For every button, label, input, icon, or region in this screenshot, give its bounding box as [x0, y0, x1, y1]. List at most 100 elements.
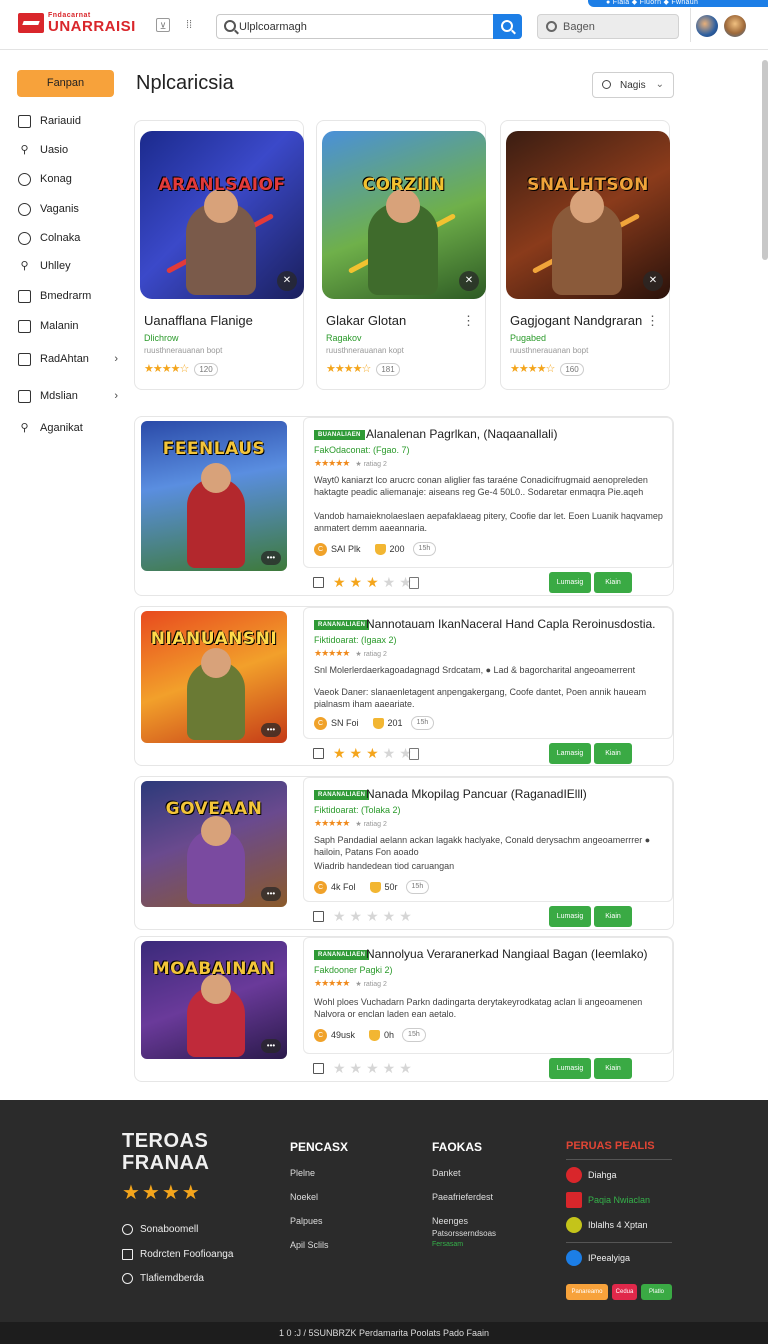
partner-item[interactable]: IPeealyiga	[566, 1250, 630, 1266]
grid-menu-icon[interactable]: ⁞⁞	[182, 18, 196, 32]
user-rating-stars[interactable]: ★★★★★	[333, 908, 416, 925]
game-title[interactable]: Nanada Mkopilag Pancuar (RaganadIElll)	[366, 787, 587, 801]
more-options-icon[interactable]: ⋮	[462, 313, 475, 329]
footer-link-highlight[interactable]: Fersasam	[432, 1241, 463, 1248]
game-thumbnail[interactable]: GOVEAAN •••	[141, 781, 287, 907]
more-icon[interactable]: •••	[261, 887, 281, 901]
coin-icon: C	[314, 542, 327, 556]
footer-link[interactable]: Neenges	[432, 1216, 468, 1226]
select-checkbox[interactable]	[313, 577, 324, 588]
footer-link-sonaboomell[interactable]: Sonaboomell	[122, 1224, 198, 1235]
game-thumbnail[interactable]: ARANLSAIOF ✕	[140, 131, 304, 299]
user-avatar[interactable]	[696, 15, 718, 37]
more-icon[interactable]: •••	[261, 551, 281, 565]
search-button[interactable]	[493, 14, 522, 39]
partner-item[interactable]: Iblalhs 4 Xptan	[566, 1217, 648, 1233]
sidebar-item-mdslian[interactable]: Mdslian ›	[18, 387, 118, 405]
play-button[interactable]: Kiain	[594, 743, 632, 764]
play-button[interactable]: Kiain	[594, 1058, 632, 1079]
bookmark-icon[interactable]	[409, 577, 419, 589]
sidebar-primary-button[interactable]: Fanpan	[17, 70, 114, 97]
game-list-card[interactable]: NIANUANSNI ••• RANANALIAEN Nannotauam Ik…	[134, 606, 674, 766]
game-thumbnail[interactable]: MOABAINAN •••	[141, 941, 287, 1059]
partner-item[interactable]: Diahga	[566, 1167, 617, 1183]
sidebar-item-bmedrarm[interactable]: Bmedrarm	[18, 287, 118, 305]
footer-link[interactable]: Paeafrieferdest	[432, 1192, 493, 1202]
expand-icon[interactable]: ✕	[459, 271, 479, 291]
chart-icon	[18, 389, 31, 403]
game-title[interactable]: Nannolyua Veraranerkad Nangiaal Bagan (I…	[366, 947, 648, 961]
partner-item[interactable]: Paqia Nwiaclan	[566, 1192, 650, 1208]
brand-rating-stars: ★★★★	[122, 1182, 202, 1204]
install-button[interactable]: Lumasig	[549, 572, 591, 593]
user-rating-stars[interactable]: ★★★★★	[333, 1060, 416, 1077]
sidebar-item-konag[interactable]: Konag	[18, 170, 118, 188]
game-thumbnail[interactable]: SNALHTSON ✕	[506, 131, 670, 299]
store-badge[interactable]: Platlo	[641, 1284, 672, 1300]
game-thumbnail[interactable]: FEENLAUS •••	[141, 421, 287, 571]
coin-icon	[18, 231, 31, 245]
featured-game-card[interactable]: CORZIIN ✕ Glakar Glotan ⋮ Ragakov ruusth…	[316, 120, 486, 390]
profile-avatar[interactable]	[724, 15, 746, 37]
game-list-card[interactable]: FEENLAUS ••• BUANALIAEN Alanalenan Pagrl…	[134, 416, 674, 596]
featured-game-card[interactable]: ARANLSAIOF ✕ Uanafflana Flanige Dlichrow…	[134, 120, 304, 390]
game-rating-stars: ★★★★★ ★ ratiag 2	[314, 648, 387, 658]
game-title[interactable]: Nannotauam IkanNaceral Hand Capla Reroin…	[366, 617, 656, 631]
sidebar-item-vaganis[interactable]: Vaganis	[18, 200, 118, 218]
footer-link[interactable]: Noekel	[290, 1192, 318, 1202]
search-input[interactable]	[239, 18, 489, 35]
filter-icon[interactable]: ⊻	[156, 18, 170, 32]
game-list-card[interactable]: GOVEAAN ••• RANANALIAEN Nanada Mkopilag …	[134, 776, 674, 930]
play-button[interactable]: Kiain	[594, 906, 632, 927]
game-list-card[interactable]: MOABAINAN ••• RANANALIAEN Nannolyua Vera…	[134, 936, 674, 1082]
play-button[interactable]: Kiain	[594, 572, 632, 593]
bookmark-icon[interactable]	[409, 748, 419, 760]
select-checkbox[interactable]	[313, 911, 324, 922]
game-thumbnail[interactable]: CORZIIN ✕	[322, 131, 486, 299]
game-title[interactable]: Alanalenan Pagrlkan, (Naqaanallali)	[366, 427, 557, 441]
user-rating-stars[interactable]: ★★★★★	[333, 745, 416, 762]
select-checkbox[interactable]	[313, 748, 324, 759]
scrollbar[interactable]	[762, 60, 768, 260]
sort-dropdown[interactable]: Nagis ⌄	[592, 72, 674, 98]
footer-col2-heading: FAOKAS	[432, 1140, 483, 1154]
sidebar-item-aganikat[interactable]: ⚲ Aganikat	[18, 419, 118, 437]
install-button[interactable]: Lumasig	[549, 1058, 591, 1079]
game-description: Snl Molerlerdaerkagoadagnagd Srdcatam, ●…	[314, 665, 636, 675]
game-rating-stars: ★★★★★ ★ ratiag 2	[314, 978, 387, 988]
game-subtitle: ruusthnerauanan bopt	[144, 346, 223, 355]
sidebar-item-colnaka[interactable]: Colnaka	[18, 229, 118, 247]
expand-icon[interactable]: ✕	[277, 271, 297, 291]
region-selector[interactable]: Bagen	[537, 14, 679, 39]
footer-link-tlafiemdberda[interactable]: Tlafiemdberda	[122, 1273, 204, 1284]
sidebar-item-uhlley[interactable]: ⚲ Uhlley	[18, 257, 118, 275]
store-badge[interactable]: Panareamo	[566, 1284, 608, 1300]
select-checkbox[interactable]	[313, 1063, 324, 1074]
more-options-icon[interactable]: ⋮	[646, 313, 659, 329]
more-icon[interactable]: •••	[261, 723, 281, 737]
footer-link[interactable]: Danket	[432, 1168, 461, 1178]
search-icon	[546, 21, 557, 32]
footer-link[interactable]: Palpues	[290, 1216, 323, 1226]
sidebar-item-radahtan[interactable]: RadAhtan ›	[18, 350, 118, 368]
footer-link-rodrcten[interactable]: Rodrcten Foofioanga	[122, 1249, 233, 1260]
clock-icon	[18, 202, 31, 216]
sidebar-item-malanin[interactable]: Malanin	[18, 317, 118, 335]
install-button[interactable]: Lamasig	[549, 743, 591, 764]
search-icon: ⚲	[20, 143, 29, 156]
footer-link[interactable]: Patsorsserndsoas	[432, 1229, 496, 1238]
game-thumbnail[interactable]: NIANUANSNI •••	[141, 611, 287, 743]
sidebar-item-uasio[interactable]: ⚲ Uasio	[18, 141, 118, 159]
store-badge[interactable]: Cedua	[612, 1284, 637, 1300]
footer-link[interactable]: Plelne	[290, 1168, 315, 1178]
expand-icon[interactable]: ✕	[643, 271, 663, 291]
install-button[interactable]: Lumasig	[549, 906, 591, 927]
featured-game-card[interactable]: SNALHTSON ✕ Gagjogant Nandgraran ⋮ Pugab…	[500, 120, 670, 390]
coins-value: SAI Plk	[331, 544, 361, 554]
logo[interactable]: Fndacarnat UNARRAISI	[18, 12, 136, 34]
more-icon[interactable]: •••	[261, 1039, 281, 1053]
user-rating-stars[interactable]: ★★★★★	[333, 574, 416, 591]
game-rating-stars: ★★★★★ ★ ratiag 2	[314, 818, 387, 828]
sidebar-item-rariauid[interactable]: Rariauid	[18, 112, 118, 130]
footer-link[interactable]: Apil Sclils	[290, 1240, 329, 1250]
